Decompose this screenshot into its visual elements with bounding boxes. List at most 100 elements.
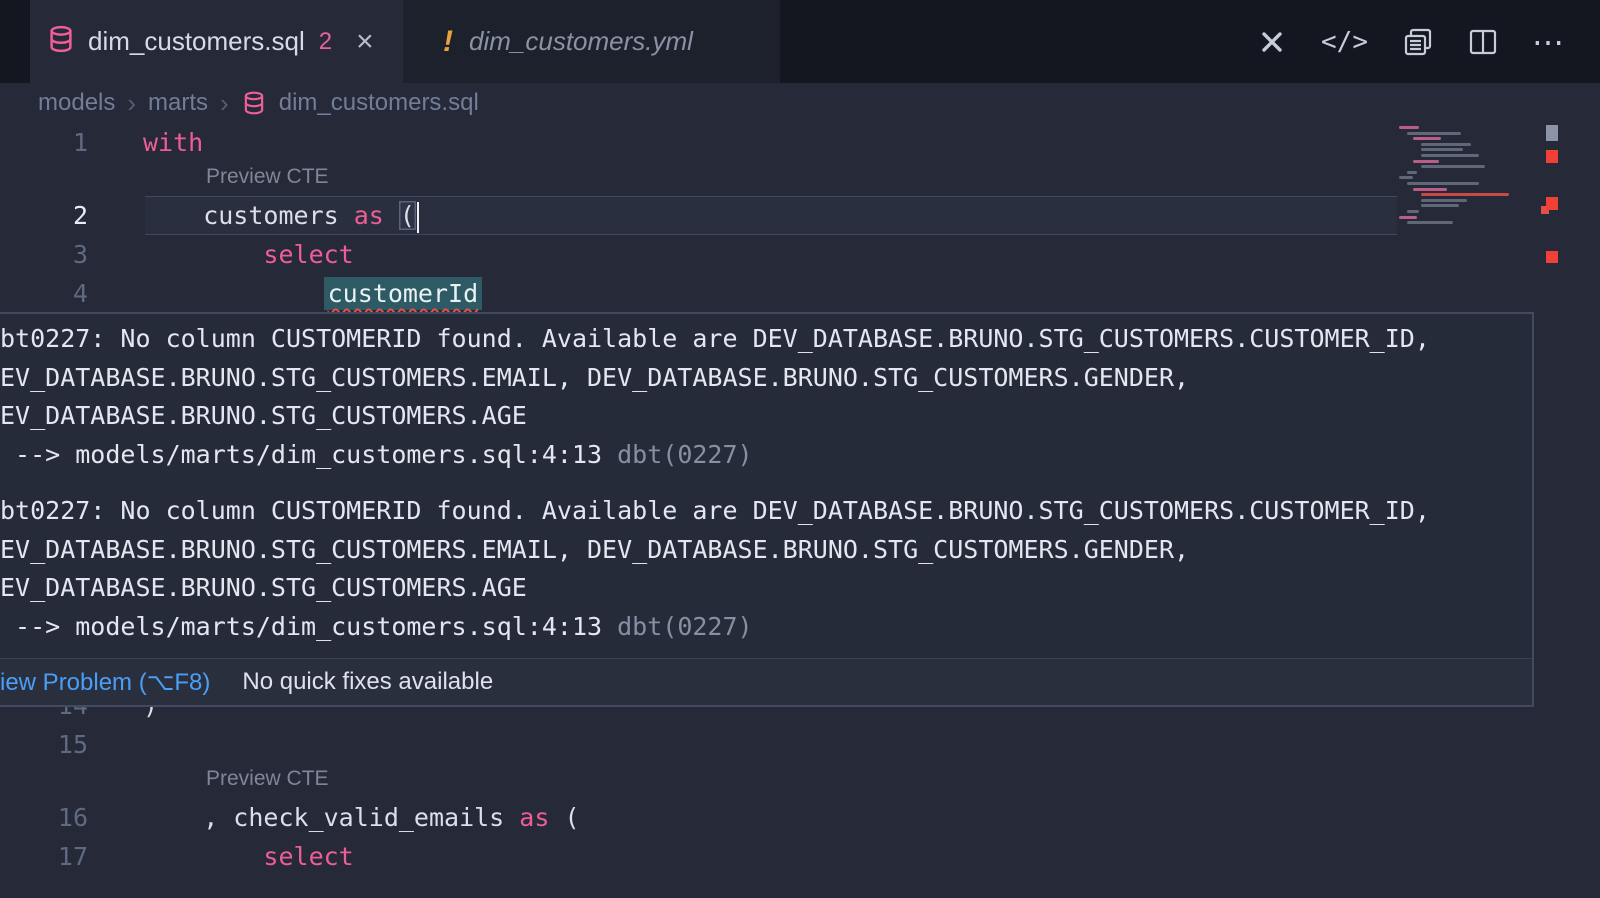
code-line-4[interactable]: 4 customerId [0, 274, 1600, 313]
minimap-line [1421, 193, 1509, 196]
code-line-1[interactable]: 1 with [0, 123, 1600, 162]
diagnostic-line: EV_DATABASE.BRUNO.STG_CUSTOMERS.AGE [0, 397, 1532, 436]
code-token: ( [399, 201, 416, 230]
diagnostic-line: bt0227: No column CUSTOMERID found. Avai… [0, 492, 1532, 531]
code-token [384, 201, 399, 230]
keyword-token: with [143, 128, 203, 157]
line-number: 3 [0, 235, 88, 274]
diagnostic-line: EV_DATABASE.BRUNO.STG_CUSTOMERS.EMAIL, D… [0, 359, 1532, 398]
code-line-3[interactable]: 3 select [0, 235, 1600, 274]
minimap-line [1421, 154, 1479, 157]
keyword-token: select [263, 842, 353, 871]
chevron-right-icon: › [127, 88, 136, 119]
codelens-row[interactable]: Preview CTE [0, 764, 1600, 798]
diagnostic-source: dbt(0227) [602, 612, 753, 641]
code-token: , check_valid_emails [143, 803, 519, 832]
keyword-token: as [519, 803, 549, 832]
keyword-token: as [354, 201, 384, 230]
line-number: 15 [0, 725, 88, 764]
database-icon [241, 90, 267, 116]
diagnostic-message: bt0227: No column CUSTOMERID found. Avai… [0, 320, 1532, 474]
line-number: 4 [0, 274, 88, 313]
query-results-icon[interactable] [1402, 27, 1434, 57]
code-line-16[interactable]: 16 , check_valid_emails as ( [0, 798, 1600, 837]
close-tab-icon[interactable]: × [356, 27, 374, 57]
split-editor-icon[interactable] [1468, 28, 1498, 56]
overview-ruler-mark [1546, 197, 1558, 210]
minimap-line [1399, 126, 1419, 129]
line-number: 16 [0, 798, 88, 837]
minimap-line [1407, 132, 1461, 135]
code-text: with [143, 123, 203, 162]
minimap-line [1399, 216, 1417, 219]
overview-ruler-mark [1546, 251, 1558, 263]
editor-lines-bottom: 14)15Preview CTE16 , check_valid_emails … [0, 686, 1600, 876]
code-line-15[interactable]: 15 [0, 725, 1600, 764]
codelens-preview-cte[interactable]: Preview CTE [206, 767, 329, 791]
diagnostic-source: dbt(0227) [602, 440, 753, 469]
minimap-line [1407, 182, 1479, 185]
code-text: customers as ( [143, 196, 419, 235]
codelens-preview-cte[interactable]: Preview CTE [206, 165, 329, 189]
code-text: select [143, 837, 354, 876]
overview-ruler-mark [1546, 125, 1558, 141]
keyword-token: select [263, 240, 353, 269]
tab-dim-customers-yml[interactable]: ! dim_customers.yml [403, 0, 780, 83]
breadcrumb-marts[interactable]: marts [148, 89, 208, 117]
minimap-line [1421, 143, 1471, 146]
code-text: , check_valid_emails as ( [143, 798, 580, 837]
tab-label: dim_customers.sql [88, 26, 305, 57]
tab-problem-badge: 2 [319, 28, 332, 56]
view-problem-link[interactable]: iew Problem (⌥F8) [0, 668, 210, 697]
dbt-icon[interactable] [1257, 27, 1287, 57]
line-number: 17 [0, 837, 88, 876]
minimap-line [1421, 204, 1459, 207]
chevron-right-icon: › [220, 88, 229, 119]
overview-ruler-mark [1546, 150, 1558, 163]
tab-dim-customers-sql[interactable]: dim_customers.sql 2 × [30, 0, 403, 83]
minimap-line [1407, 210, 1419, 213]
error-token: customerId [324, 277, 483, 310]
tab-label: dim_customers.yml [469, 26, 693, 57]
code-token: customers [143, 201, 354, 230]
minimap-line [1407, 171, 1417, 174]
minimap-line [1413, 160, 1439, 163]
codelens-row[interactable]: Preview CTE [0, 162, 1600, 196]
more-actions-icon[interactable]: ⋯ [1532, 23, 1564, 61]
code-token [143, 842, 263, 871]
code-text: select [143, 235, 354, 274]
editor-tab-bar: dim_customers.sql 2 × ! dim_customers.ym… [0, 0, 1600, 83]
hover-status-bar: iew Problem (⌥F8) No quick fixes availab… [0, 658, 1532, 705]
line-number: 1 [0, 123, 88, 162]
warning-icon: ! [443, 25, 453, 59]
minimap-line [1421, 148, 1463, 151]
overview-ruler[interactable] [1546, 123, 1558, 898]
breadcrumb-file[interactable]: dim_customers.sql [279, 89, 479, 117]
quick-fix-status: No quick fixes available [242, 668, 493, 696]
diagnostic-line: bt0227: No column CUSTOMERID found. Avai… [0, 320, 1532, 359]
minimap-line [1407, 221, 1453, 224]
breadcrumb: models › marts › dim_customers.sql [0, 83, 1600, 123]
editor-lines-top: 1withPreview CTE2 customers as (3 select… [0, 123, 1600, 313]
diagnostic-message: bt0227: No column CUSTOMERID found. Avai… [0, 492, 1532, 646]
minimap-content [1397, 126, 1543, 224]
code-line-17[interactable]: 17 select [0, 837, 1600, 876]
code-text: customerId [143, 274, 482, 313]
code-token [143, 240, 263, 269]
diagnostic-line: EV_DATABASE.BRUNO.STG_CUSTOMERS.EMAIL, D… [0, 531, 1532, 570]
line-number: 2 [0, 196, 88, 235]
diagnostic-location: --> models/marts/dim_customers.sql:4:13 … [0, 608, 1532, 647]
minimap-line [1421, 165, 1485, 168]
editor-actions: </> ⋯ [1257, 0, 1564, 83]
inline-code-icon[interactable]: </> [1321, 27, 1368, 57]
minimap-line [1421, 199, 1467, 202]
diagnostics-hover: bt0227: No column CUSTOMERID found. Avai… [0, 312, 1534, 707]
diagnostic-line: EV_DATABASE.BRUNO.STG_CUSTOMERS.AGE [0, 569, 1532, 608]
code-line-2[interactable]: 2 customers as ( [0, 196, 1600, 235]
minimap[interactable] [1397, 126, 1543, 227]
code-token [143, 279, 324, 308]
minimap-line [1399, 176, 1413, 179]
minimap-line [1413, 137, 1441, 140]
breadcrumb-models[interactable]: models [38, 89, 115, 117]
diagnostic-location: --> models/marts/dim_customers.sql:4:13 … [0, 436, 1532, 475]
